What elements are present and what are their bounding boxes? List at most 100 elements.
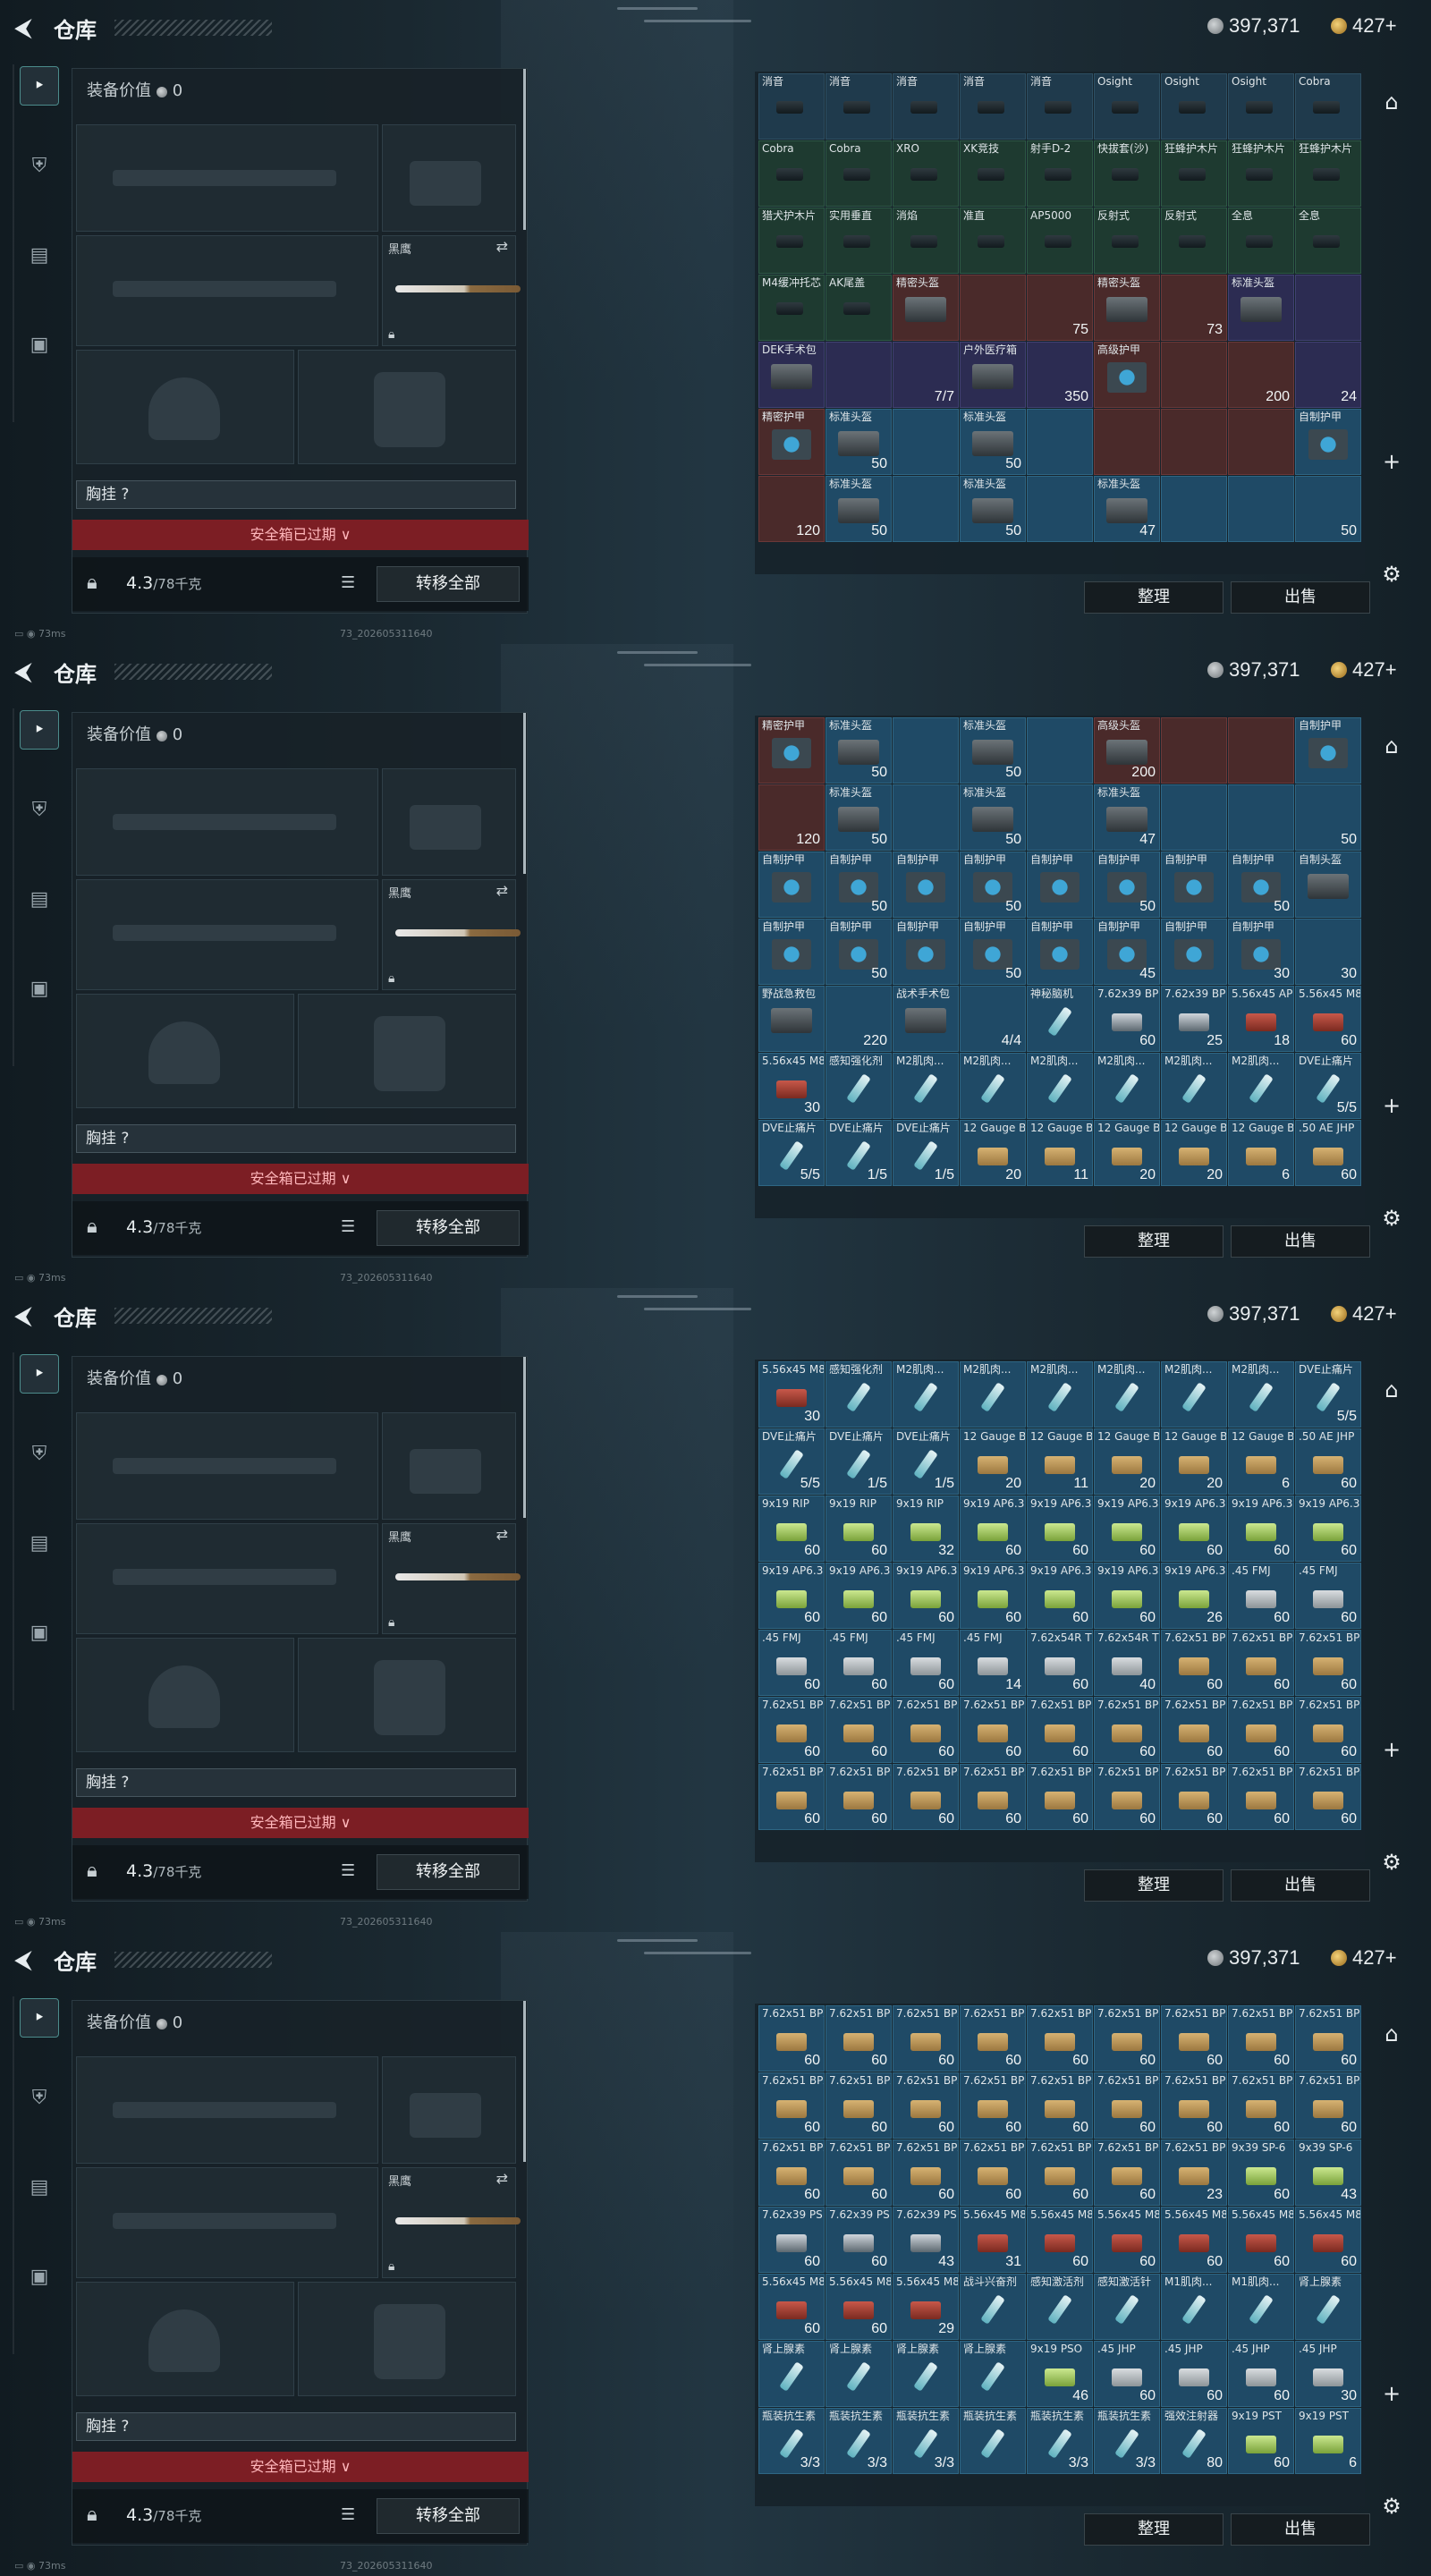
stash-item[interactable]: DVE止痛片 1/5: [893, 1120, 959, 1186]
swap-icon[interactable]: ⇄: [496, 2170, 508, 2187]
stash-item[interactable]: 120: [758, 784, 825, 851]
stash-home-icon[interactable]: ⌂: [1376, 2018, 1408, 2050]
secondary-weapon-slot[interactable]: [76, 879, 378, 990]
stash-item[interactable]: 7.62x51 BPZ 60: [960, 2005, 1026, 2072]
stash-item[interactable]: 7.62x54R T46M 60: [1027, 1630, 1093, 1696]
stash-item[interactable]: 感知强化剂: [826, 1053, 892, 1119]
stash-item[interactable]: 瓶装抗生素 3/3: [826, 2408, 892, 2474]
stash-item[interactable]: 9x19 AP6.3 60: [1161, 1496, 1227, 1562]
stash-item[interactable]: AK尾盖: [826, 275, 892, 341]
stash-item[interactable]: [1161, 342, 1227, 408]
stash-item[interactable]: .50 AE JHP 60: [1295, 1120, 1361, 1186]
nav-vest-icon[interactable]: ▤: [20, 1524, 59, 1563]
settings-gear-icon[interactable]: ⚙: [1376, 1202, 1408, 1234]
secondary-weapon-slot[interactable]: [76, 1523, 378, 1634]
stash-item[interactable]: 9x19 AP6.3 60: [826, 1563, 892, 1629]
stash-item[interactable]: 反射式: [1161, 208, 1227, 274]
stash-item[interactable]: 7.62x51 BPZ 60: [826, 1764, 892, 1830]
nav-bag-icon[interactable]: ▣: [20, 326, 59, 365]
stash-item[interactable]: 7.62x51 BPZ 60: [1161, 2072, 1227, 2139]
stash-item[interactable]: Cobra: [826, 140, 892, 207]
stash-item[interactable]: 120: [758, 476, 825, 542]
stash-item[interactable]: 7.62x51 BPZ 60: [1295, 1697, 1361, 1763]
stash-item[interactable]: [1228, 409, 1294, 475]
stash-item[interactable]: 7.62x51 BPZ 60: [960, 1764, 1026, 1830]
stash-item[interactable]: 7.62x51 BPZ 60: [893, 1764, 959, 1830]
stash-item[interactable]: 5.56x45 M855 60: [826, 2274, 892, 2340]
stash-item[interactable]: 自制护甲 30: [1228, 919, 1294, 985]
add-tab-icon[interactable]: +: [1376, 1089, 1408, 1122]
stash-item[interactable]: [1228, 784, 1294, 851]
stash-item[interactable]: 自制护甲 50: [1094, 852, 1160, 918]
pistol-slot[interactable]: [382, 768, 516, 876]
stash-item[interactable]: 自制护甲 50: [960, 919, 1026, 985]
stash-item[interactable]: 7.62x39 BP 60: [1094, 986, 1160, 1052]
stash-item[interactable]: 肾上腺素: [960, 2341, 1026, 2407]
stash-item[interactable]: 200: [1228, 342, 1294, 408]
stash-item[interactable]: DVE止痛片 1/5: [826, 1120, 892, 1186]
stash-item[interactable]: 5.56x45 M855 60: [1295, 2207, 1361, 2273]
stash-item[interactable]: 9x19 AP6.3 60: [1094, 1563, 1160, 1629]
stash-item[interactable]: [1161, 717, 1227, 784]
stash-item[interactable]: 7.62x51 BPZ 60: [893, 2072, 959, 2139]
stash-item[interactable]: 全息: [1228, 208, 1294, 274]
nav-weapons-icon[interactable]: ‣: [20, 1998, 59, 2038]
stash-item[interactable]: [1027, 476, 1093, 542]
stash-item[interactable]: M2肌肉...: [893, 1053, 959, 1119]
settings-gear-icon[interactable]: ⚙: [1376, 2490, 1408, 2522]
safebox-expired-banner[interactable]: 安全箱已过期 ∨: [72, 1808, 529, 1838]
stash-item[interactable]: [893, 784, 959, 851]
stash-item[interactable]: 7.62x51 BPZ 60: [1094, 2072, 1160, 2139]
stash-item[interactable]: 高级头盔 200: [1094, 717, 1160, 784]
stash-item[interactable]: 瓶装抗生素: [960, 2408, 1026, 2474]
stash-item[interactable]: 9x19 AP6.3 60: [893, 1563, 959, 1629]
stash-item[interactable]: M2肌肉...: [960, 1361, 1026, 1428]
stash-item[interactable]: 射手D-2: [1027, 140, 1093, 207]
stash-item[interactable]: DVE止痛片 5/5: [1295, 1053, 1361, 1119]
stash-item[interactable]: 实用垂直: [826, 208, 892, 274]
stash-item[interactable]: 标准头盔 50: [826, 476, 892, 542]
stash-item[interactable]: 强效注射器 80: [1161, 2408, 1227, 2474]
transfer-all-button[interactable]: 转移全部: [377, 1210, 520, 1246]
armor-slot[interactable]: [298, 2282, 516, 2396]
gold-currency[interactable]: 427+: [1331, 1302, 1397, 1326]
stash-item[interactable]: 9x39 SP-6 60: [1228, 2140, 1294, 2206]
stash-item[interactable]: 4/4: [960, 986, 1026, 1052]
stash-item[interactable]: 5.56x45 APC 18: [1228, 986, 1294, 1052]
stash-item[interactable]: 标准头盔 50: [960, 409, 1026, 475]
stash-grid-panel[interactable]: 消音 消音 消音 消音 消音 Osight Osight Osight Cobra Cobra Co…: [755, 72, 1365, 574]
stash-item[interactable]: 7/7: [893, 342, 959, 408]
stash-item[interactable]: .45 FMJ 60: [1228, 1563, 1294, 1629]
helmet-slot[interactable]: [76, 994, 294, 1108]
stash-item[interactable]: 自制头盔: [1295, 852, 1361, 918]
nav-vest-icon[interactable]: ▤: [20, 2168, 59, 2207]
stash-item[interactable]: 自制护甲 50: [1228, 852, 1294, 918]
stash-item[interactable]: 狂蜂护木片: [1161, 140, 1227, 207]
stash-item[interactable]: [1295, 275, 1361, 341]
stash-item[interactable]: 自制护甲: [1295, 717, 1361, 784]
stash-item[interactable]: 标准头盔 50: [826, 409, 892, 475]
stash-item[interactable]: 标准头盔: [1228, 275, 1294, 341]
stash-item[interactable]: 7.62x51 BPZ 60: [1295, 2072, 1361, 2139]
stash-item[interactable]: M2肌肉...: [1228, 1053, 1294, 1119]
stash-item[interactable]: M2肌肉...: [1094, 1053, 1160, 1119]
secondary-weapon-slot[interactable]: [76, 235, 378, 346]
primary-weapon-slot[interactable]: [76, 2056, 378, 2164]
stash-item[interactable]: 5.56x45 M855A1 60: [1295, 986, 1361, 1052]
stash-item[interactable]: [1228, 476, 1294, 542]
nav-bag-icon[interactable]: ▣: [20, 970, 59, 1009]
stash-item[interactable]: 7.62x51 BPZ 60: [1027, 2072, 1093, 2139]
stash-item[interactable]: 感知激活剂: [1027, 2274, 1093, 2340]
stash-item[interactable]: 7.62x51 BPZ 60: [1161, 1764, 1227, 1830]
back-arrow-icon[interactable]: ⮜: [14, 1946, 41, 1973]
stash-item[interactable]: 7.62x51 BPZ 60: [826, 2005, 892, 2072]
stash-item[interactable]: 5.56x45 M855 60: [1228, 2207, 1294, 2273]
stash-item[interactable]: 自制护甲 50: [826, 852, 892, 918]
armor-slot[interactable]: [298, 994, 516, 1108]
stash-item[interactable]: 12 Gauge B 20: [1161, 1120, 1227, 1186]
stash-item[interactable]: M2肌肉...: [1027, 1053, 1093, 1119]
stash-item[interactable]: 9x19 AP6.3 60: [1228, 1496, 1294, 1562]
stash-item[interactable]: 自制护甲: [1161, 852, 1227, 918]
stash-item[interactable]: DVE止痛片 5/5: [758, 1428, 825, 1495]
stash-item[interactable]: 12 Gauge B 20: [1094, 1120, 1160, 1186]
